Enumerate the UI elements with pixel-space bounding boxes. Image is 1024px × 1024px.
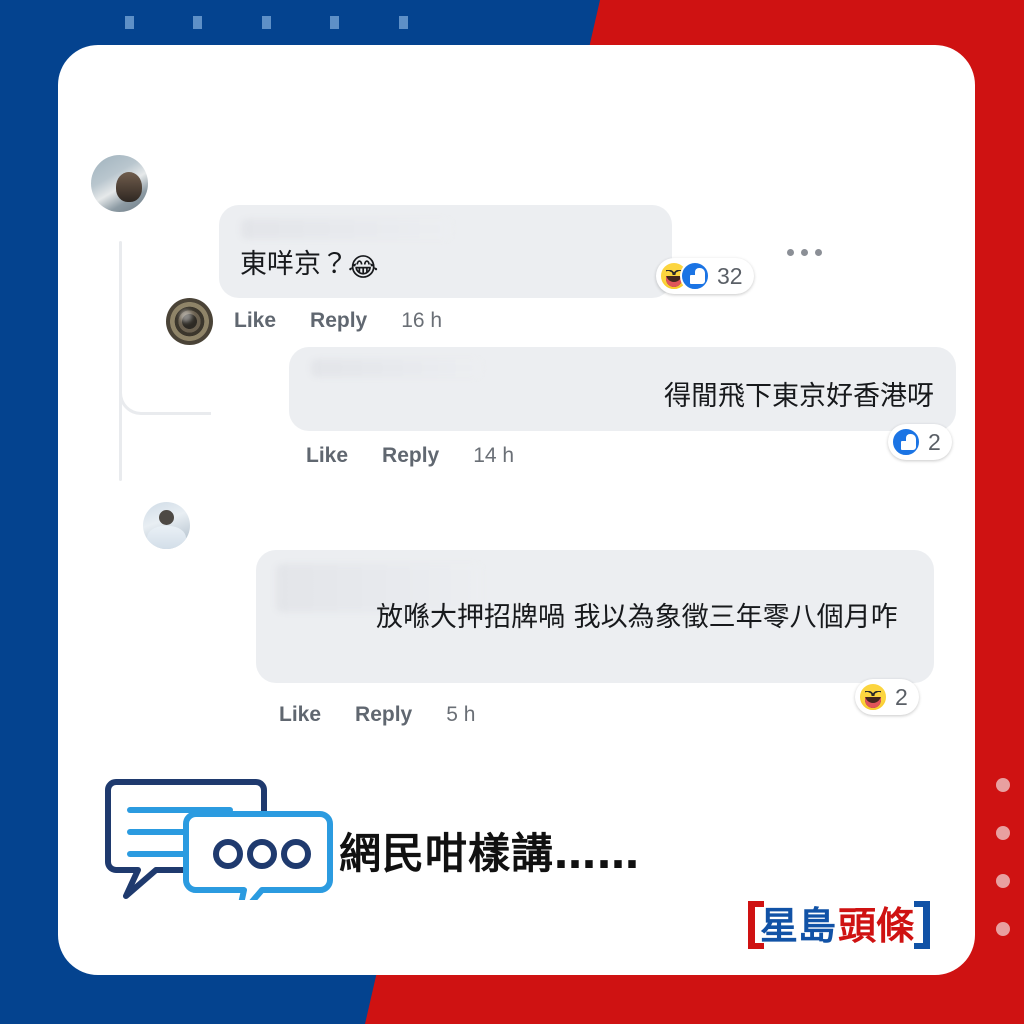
reaction-count-3: 2 bbox=[895, 683, 908, 710]
reaction-count-2: 2 bbox=[928, 428, 941, 455]
reaction-pill-3[interactable]: 2 bbox=[855, 679, 919, 715]
logo-text-red: 頭條 bbox=[838, 904, 915, 948]
footer-tagline: 網民咁樣講…… bbox=[339, 829, 641, 878]
comment-body-1: 東咩京？ bbox=[240, 249, 348, 280]
reaction-pill-1[interactable]: 32 bbox=[656, 258, 754, 294]
avatar-user-3[interactable] bbox=[143, 502, 190, 549]
comment-options-icon[interactable] bbox=[787, 249, 822, 256]
redacted-username-2 bbox=[311, 359, 481, 377]
comment-actions-3: Like Reply 5 h bbox=[279, 703, 475, 727]
reaction-count-1: 32 bbox=[717, 262, 743, 289]
comment-text-3: 放喺大押招牌喎 我以為象徵三年零八個月咋 bbox=[376, 602, 898, 633]
thread-connector-elbow bbox=[119, 345, 211, 415]
reply-button-1[interactable]: Reply bbox=[310, 309, 367, 333]
reaction-pill-2[interactable]: 2 bbox=[888, 424, 952, 460]
top-dash-decoration bbox=[0, 16, 1024, 30]
like-button-1[interactable]: Like bbox=[234, 309, 276, 333]
like-button-2[interactable]: Like bbox=[306, 444, 348, 468]
content-card: 東咩京？😂 32 Like Reply 16 h 得閒飛下東京好香港呀 2 Li… bbox=[58, 45, 975, 975]
like-reaction-icon bbox=[891, 427, 921, 457]
screenshot-stage: 東咩京？😂 32 Like Reply 16 h 得閒飛下東京好香港呀 2 Li… bbox=[0, 0, 1024, 1024]
comment-text-2: 得閒飛下東京好香港呀 bbox=[664, 381, 934, 412]
avatar-user-1[interactable] bbox=[91, 155, 148, 212]
comment-actions-1: Like Reply 16 h bbox=[234, 309, 442, 333]
reply-button-3[interactable]: Reply bbox=[355, 703, 412, 727]
right-edge-dot-decoration bbox=[996, 778, 1010, 938]
avatar-user-2[interactable] bbox=[166, 298, 213, 345]
comment-text-1: 東咩京？😂 bbox=[240, 245, 378, 288]
comment-bubble-1: 東咩京？😂 bbox=[219, 205, 672, 298]
timestamp-3[interactable]: 5 h bbox=[446, 703, 475, 727]
like-reaction-icon bbox=[680, 261, 710, 291]
comment-bubble-3: 放喺大押招牌喎 我以為象徵三年零八個月咋 bbox=[256, 550, 934, 683]
like-button-3[interactable]: Like bbox=[279, 703, 321, 727]
reply-button-2[interactable]: Reply bbox=[382, 444, 439, 468]
haha-reaction-icon bbox=[858, 682, 888, 712]
timestamp-1[interactable]: 16 h bbox=[401, 309, 442, 333]
comment-thread: 東咩京？😂 32 Like Reply 16 h 得閒飛下東京好香港呀 2 Li… bbox=[58, 45, 975, 745]
speech-bubbles-icon bbox=[105, 779, 333, 900]
sing-tao-headline-logo: 星島 頭條 bbox=[748, 901, 930, 949]
redacted-username-1 bbox=[241, 219, 451, 239]
logo-text-blue: 星島 bbox=[760, 904, 836, 948]
comment-actions-2: Like Reply 14 h bbox=[306, 444, 514, 468]
laughing-emoji-icon: 😂 bbox=[348, 253, 379, 283]
timestamp-2[interactable]: 14 h bbox=[473, 444, 514, 468]
comment-bubble-2: 得閒飛下東京好香港呀 bbox=[289, 347, 956, 431]
